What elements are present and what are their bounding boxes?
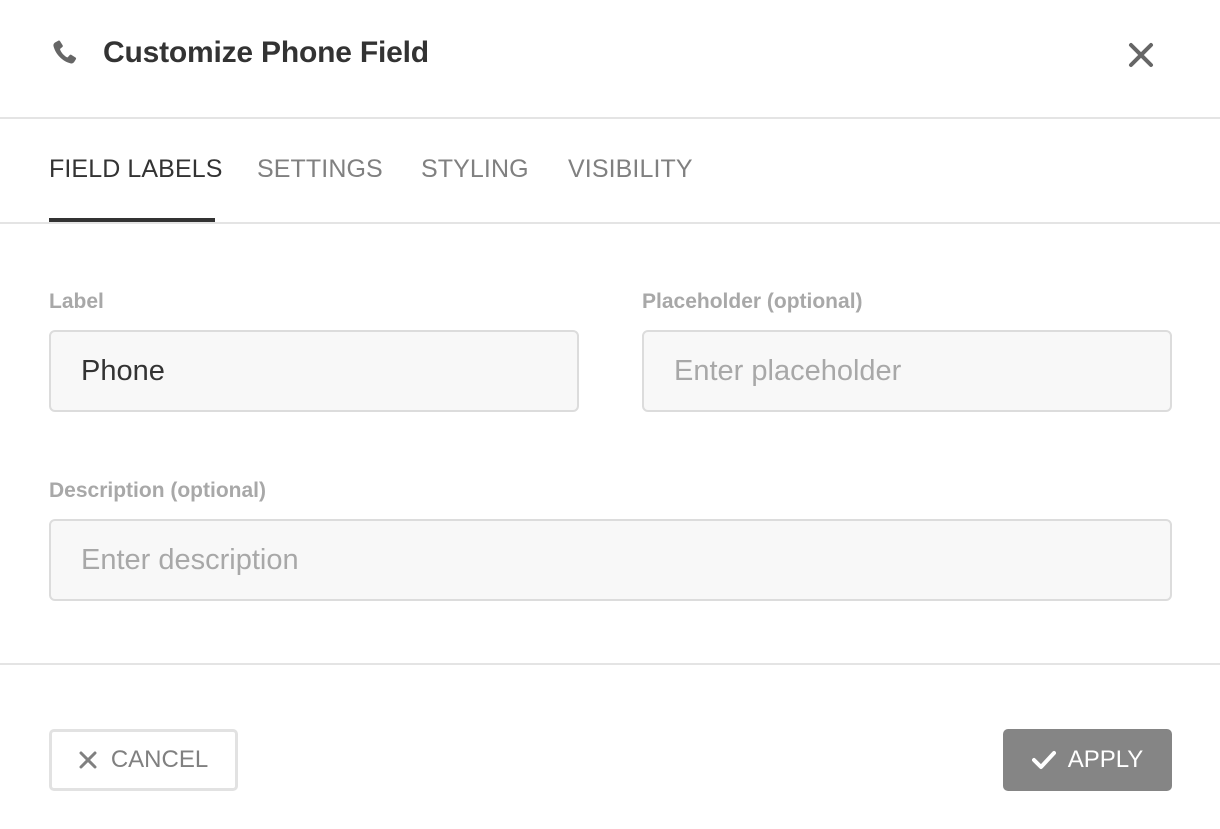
close-icon[interactable] — [1124, 38, 1158, 72]
apply-button-label: APPLY — [1067, 746, 1144, 773]
phone-icon — [53, 40, 77, 64]
description-input[interactable] — [49, 519, 1172, 601]
placeholder-input[interactable] — [642, 330, 1172, 412]
placeholder-field-label: Placeholder (optional) — [642, 290, 863, 313]
tab-bar: FIELD LABELS SETTINGS STYLING VISIBILITY — [0, 119, 1220, 224]
label-input[interactable] — [49, 330, 579, 412]
checkmark-icon — [1031, 751, 1056, 769]
label-field-label: Label — [49, 290, 104, 313]
description-field-label: Description (optional) — [49, 479, 266, 502]
tab-styling[interactable]: STYLING — [421, 155, 529, 184]
tab-field-labels[interactable]: FIELD LABELS — [49, 155, 223, 184]
cancel-button-label: CANCEL — [110, 746, 209, 773]
apply-button[interactable]: APPLY — [1003, 729, 1172, 791]
cancel-button[interactable]: CANCEL — [49, 729, 238, 791]
modal-header: Customize Phone Field — [0, 0, 1220, 119]
footer-divider — [0, 663, 1220, 665]
tab-settings[interactable]: SETTINGS — [257, 155, 383, 184]
customize-field-modal: Customize Phone Field FIELD LABELS SETTI… — [0, 0, 1220, 829]
active-tab-indicator — [49, 218, 215, 222]
close-icon — [79, 751, 97, 769]
modal-title: Customize Phone Field — [103, 36, 429, 69]
tab-visibility[interactable]: VISIBILITY — [568, 155, 693, 184]
